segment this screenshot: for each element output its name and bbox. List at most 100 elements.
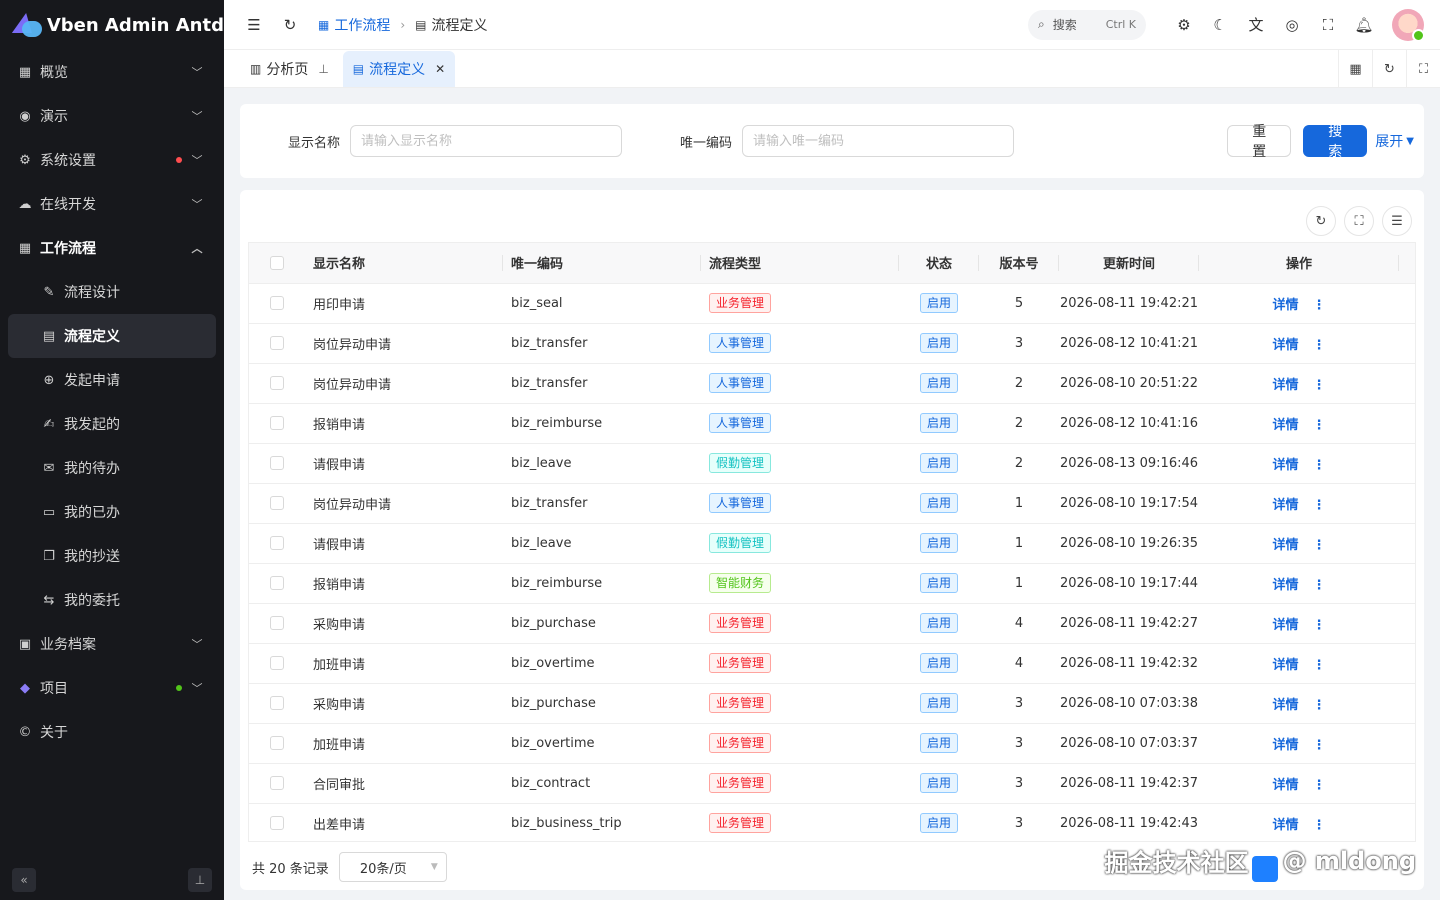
brand[interactable]: Vben Admin Antd xyxy=(0,0,224,50)
column-header[interactable]: 唯一编码 xyxy=(503,243,701,284)
table-row[interactable]: 合同审批 biz_contract 业务管理 启用 3 2026-08-11 19:42:… xyxy=(249,763,1415,804)
more-actions-icon[interactable]: ⋮ xyxy=(1313,578,1326,593)
more-actions-icon[interactable]: ⋮ xyxy=(1313,298,1326,313)
detail-link[interactable]: 详情 xyxy=(1272,778,1298,793)
table-row[interactable]: 采购申请 biz_purchase 业务管理 启用 3 2026-08-10 07:03:… xyxy=(249,683,1415,724)
table-row[interactable]: 加班申请 biz_overtime 业务管理 启用 3 2026-08-10 07:03:… xyxy=(249,723,1415,764)
more-actions-icon[interactable]: ⋮ xyxy=(1313,498,1326,513)
pin-sidebar-icon[interactable]: ⊥ xyxy=(188,868,212,892)
select-all-checkbox[interactable] xyxy=(270,255,284,270)
detail-link[interactable]: 详情 xyxy=(1272,618,1298,633)
notification-bell-icon[interactable]: 🔔︎ xyxy=(1346,7,1382,43)
tab-analysis[interactable]: ▥ 分析页 ⊥ xyxy=(240,51,339,87)
column-header[interactable]: 更新时间 xyxy=(1059,243,1199,284)
refresh-icon[interactable]: ↻ xyxy=(276,11,304,39)
row-checkbox[interactable] xyxy=(270,776,284,790)
table-row[interactable]: 出差申请 biz_business_trip 业务管理 启用 3 2026-08-11 1… xyxy=(249,803,1415,841)
column-header[interactable]: 流程类型 xyxy=(701,243,899,284)
sidebar-item[interactable]: ▦ 工作流程 ︿ xyxy=(0,226,224,270)
row-checkbox[interactable] xyxy=(270,296,284,310)
sidebar-item[interactable]: ◉ 演示 ﹀ xyxy=(0,94,224,138)
table-row[interactable]: 请假申请 biz_leave 假勤管理 启用 1 2026-08-10 19:26:35 详… xyxy=(249,523,1415,564)
more-actions-icon[interactable]: ⋮ xyxy=(1313,378,1326,393)
avatar[interactable] xyxy=(1392,8,1425,42)
sidebar-item[interactable]: ▣ 业务档案 ﹀ xyxy=(0,622,224,666)
dark-mode-moon-icon[interactable]: ☾ xyxy=(1202,7,1238,43)
row-checkbox[interactable] xyxy=(270,576,284,590)
tab-maximize-icon[interactable]: ⛶ xyxy=(1406,50,1440,88)
sidebar-item[interactable]: ◆ 项目 ﹀ xyxy=(0,666,224,710)
more-actions-icon[interactable]: ⋮ xyxy=(1313,818,1326,833)
sidebar-item[interactable]: ✉ 我的待办 xyxy=(0,446,224,490)
more-actions-icon[interactable]: ⋮ xyxy=(1313,538,1326,553)
sidebar-item[interactable]: ✎ 流程设计 xyxy=(0,270,224,314)
more-actions-icon[interactable]: ⋮ xyxy=(1313,658,1326,673)
column-header[interactable]: 状态 xyxy=(899,243,979,284)
row-checkbox[interactable] xyxy=(270,496,284,510)
detail-link[interactable]: 详情 xyxy=(1272,458,1298,473)
more-actions-icon[interactable]: ⋮ xyxy=(1313,778,1326,793)
detail-link[interactable]: 详情 xyxy=(1272,418,1298,433)
detail-link[interactable]: 详情 xyxy=(1272,698,1298,713)
breadcrumb-item-workflow[interactable]: ▦ 工作流程 xyxy=(318,15,390,35)
row-checkbox[interactable] xyxy=(270,456,284,470)
name-input[interactable] xyxy=(350,125,622,157)
sidebar-item[interactable]: ☁ 在线开发 ﹀ xyxy=(0,182,224,226)
search-button[interactable]: 搜 索 xyxy=(1303,124,1368,160)
table-row[interactable]: 请假申请 biz_leave 假勤管理 启用 2 2026-08-13 09:16:46 详… xyxy=(249,443,1415,484)
detail-link[interactable]: 详情 xyxy=(1272,338,1298,353)
sidebar-item[interactable]: ⊕ 发起申请 xyxy=(0,358,224,402)
detail-link[interactable]: 详情 xyxy=(1272,378,1298,393)
table-row[interactable]: 采购申请 biz_purchase 业务管理 启用 4 2026-08-11 19:42:… xyxy=(249,603,1415,644)
page-size-select[interactable]: 20条/页 ▼ xyxy=(338,852,447,882)
row-checkbox[interactable] xyxy=(270,336,284,350)
detail-link[interactable]: 详情 xyxy=(1272,818,1298,833)
table-row[interactable]: 用印申请 biz_seal 业务管理 启用 5 2026-08-11 19:42:21 详情… xyxy=(249,283,1415,324)
collapse-sidebar-icon[interactable]: « xyxy=(12,868,36,892)
more-actions-icon[interactable]: ⋮ xyxy=(1313,698,1326,713)
sidebar-item[interactable]: ▭ 我的已办 xyxy=(0,490,224,534)
code-input[interactable] xyxy=(742,125,1014,157)
more-actions-icon[interactable]: ⋮ xyxy=(1313,458,1326,473)
row-checkbox[interactable] xyxy=(270,696,284,710)
close-icon[interactable]: ✕ xyxy=(435,62,445,76)
sidebar-item[interactable]: ▤ 流程定义 xyxy=(8,314,216,358)
more-actions-icon[interactable]: ⋮ xyxy=(1313,618,1326,633)
theme-color-icon[interactable]: ◎ xyxy=(1274,7,1310,43)
sidebar-item[interactable]: ▦ 概览 ﹀ xyxy=(0,50,224,94)
table-refresh-icon[interactable]: ↻ xyxy=(1306,206,1336,236)
table-row[interactable]: 岗位异动申请 biz_transfer 人事管理 启用 1 2026-08-10 19:1… xyxy=(249,483,1415,524)
row-checkbox[interactable] xyxy=(270,616,284,630)
column-header[interactable]: 显示名称 xyxy=(305,243,503,284)
row-checkbox[interactable] xyxy=(270,376,284,390)
fullscreen-icon[interactable]: ⛶ xyxy=(1310,7,1346,43)
reset-button[interactable]: 重 置 xyxy=(1227,124,1292,160)
table-row[interactable]: 岗位异动申请 biz_transfer 人事管理 启用 3 2026-08-12 10:4… xyxy=(249,323,1415,364)
pin-icon[interactable]: ⊥ xyxy=(318,62,328,76)
sidebar-item[interactable]: © 关于 xyxy=(0,710,224,754)
menu-toggle-icon[interactable]: ☰ xyxy=(240,11,268,39)
sidebar-item[interactable]: ⚙ 系统设置 ﹀ xyxy=(0,138,224,182)
table-row[interactable]: 加班申请 biz_overtime 业务管理 启用 4 2026-08-11 19:42:… xyxy=(249,643,1415,684)
table-row[interactable]: 报销申请 biz_reimburse 智能财务 启用 1 2026-08-10 19:17… xyxy=(249,563,1415,604)
table-row[interactable]: 岗位异动申请 biz_transfer 人事管理 启用 2 2026-08-10 20:5… xyxy=(249,363,1415,404)
detail-link[interactable]: 详情 xyxy=(1272,578,1298,593)
detail-link[interactable]: 详情 xyxy=(1272,498,1298,513)
detail-link[interactable]: 详情 xyxy=(1272,538,1298,553)
table-fullscreen-icon[interactable]: ⛶ xyxy=(1344,206,1374,236)
tab-grid-icon[interactable]: ▦ xyxy=(1338,50,1372,88)
tab-refresh-icon[interactable]: ↻ xyxy=(1372,50,1406,88)
row-checkbox[interactable] xyxy=(270,536,284,550)
more-actions-icon[interactable]: ⋮ xyxy=(1313,418,1326,433)
sidebar-item[interactable]: ⇆ 我的委托 xyxy=(0,578,224,622)
tab-process-definition[interactable]: ▤ 流程定义 ✕ xyxy=(342,51,456,87)
row-checkbox[interactable] xyxy=(270,736,284,750)
table-row[interactable]: 报销申请 biz_reimburse 人事管理 启用 2 2026-08-12 10:41… xyxy=(249,403,1415,444)
column-header[interactable]: 版本号 xyxy=(979,243,1059,284)
global-search[interactable]: ⌕ 搜索 Ctrl K xyxy=(1028,9,1146,40)
more-actions-icon[interactable]: ⋮ xyxy=(1313,338,1326,353)
detail-link[interactable]: 详情 xyxy=(1272,298,1298,313)
detail-link[interactable]: 详情 xyxy=(1272,738,1298,753)
settings-gear-icon[interactable]: ⚙ xyxy=(1166,7,1202,43)
detail-link[interactable]: 详情 xyxy=(1272,658,1298,673)
